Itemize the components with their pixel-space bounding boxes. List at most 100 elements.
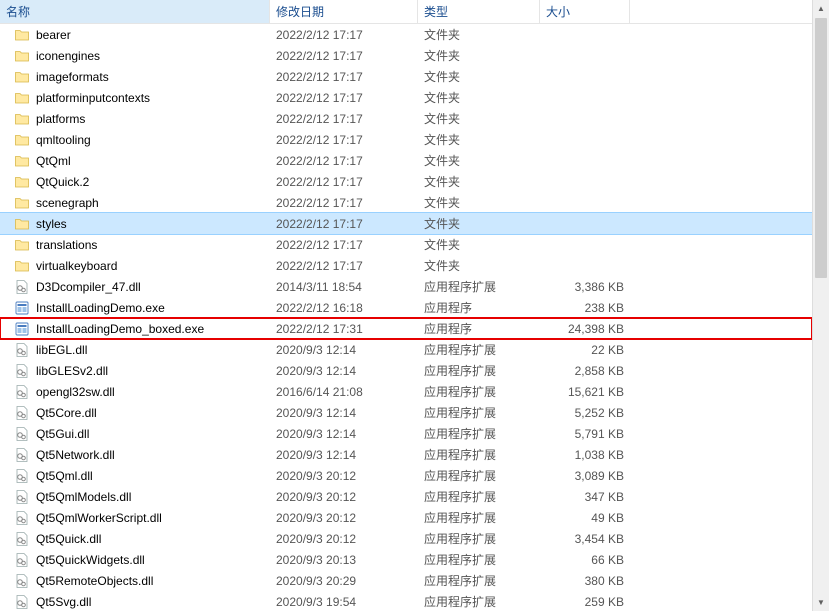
cell-type: 应用程序扩展 bbox=[418, 425, 540, 442]
file-row[interactable]: Qt5Quick.dll2020/9/3 20:12应用程序扩展3,454 KB bbox=[0, 528, 812, 549]
dll-icon bbox=[14, 384, 30, 400]
cell-name: Qt5Gui.dll bbox=[0, 426, 270, 442]
scroll-thumb[interactable] bbox=[815, 18, 827, 278]
file-name-label: Qt5QmlWorkerScript.dll bbox=[36, 511, 162, 525]
dll-icon bbox=[14, 510, 30, 526]
cell-size: 1,038 KB bbox=[540, 448, 630, 462]
cell-name: opengl32sw.dll bbox=[0, 384, 270, 400]
file-row[interactable]: platforms2022/2/12 17:17文件夹 bbox=[0, 108, 812, 129]
file-name-label: Qt5QmlModels.dll bbox=[36, 490, 131, 504]
cell-type: 应用程序扩展 bbox=[418, 467, 540, 484]
file-row[interactable]: QtQml2022/2/12 17:17文件夹 bbox=[0, 150, 812, 171]
dll-icon bbox=[14, 426, 30, 442]
file-row[interactable]: platforminputcontexts2022/2/12 17:17文件夹 bbox=[0, 87, 812, 108]
file-row[interactable]: InstallLoadingDemo.exe2022/2/12 16:18应用程… bbox=[0, 297, 812, 318]
vertical-scrollbar[interactable]: ▲ ▼ bbox=[812, 0, 829, 611]
file-row[interactable]: Qt5RemoteObjects.dll2020/9/3 20:29应用程序扩展… bbox=[0, 570, 812, 591]
cell-name: QtQml bbox=[0, 153, 270, 169]
cell-size: 5,791 KB bbox=[540, 427, 630, 441]
cell-date: 2020/9/3 12:14 bbox=[270, 427, 418, 441]
column-header-size[interactable]: 大小 bbox=[540, 0, 630, 23]
file-row[interactable]: QtQuick.22022/2/12 17:17文件夹 bbox=[0, 171, 812, 192]
file-row[interactable]: Qt5Network.dll2020/9/3 12:14应用程序扩展1,038 … bbox=[0, 444, 812, 465]
cell-type: 应用程序 bbox=[418, 299, 540, 316]
file-row[interactable]: opengl32sw.dll2016/6/14 21:08应用程序扩展15,62… bbox=[0, 381, 812, 402]
dll-icon bbox=[14, 279, 30, 295]
cell-name: InstallLoadingDemo.exe bbox=[0, 300, 270, 316]
file-name-label: Qt5RemoteObjects.dll bbox=[36, 574, 153, 588]
file-name-label: QtQuick.2 bbox=[36, 175, 89, 189]
cell-date: 2022/2/12 17:17 bbox=[270, 259, 418, 273]
cell-type: 应用程序扩展 bbox=[418, 362, 540, 379]
cell-name: Qt5QmlWorkerScript.dll bbox=[0, 510, 270, 526]
file-name-label: iconengines bbox=[36, 49, 100, 63]
cell-type: 文件夹 bbox=[418, 257, 540, 274]
cell-type: 应用程序扩展 bbox=[418, 278, 540, 295]
cell-date: 2020/9/3 20:13 bbox=[270, 553, 418, 567]
cell-name: styles bbox=[0, 216, 270, 232]
cell-date: 2020/9/3 12:14 bbox=[270, 406, 418, 420]
cell-name: platforminputcontexts bbox=[0, 90, 270, 106]
cell-name: Qt5Core.dll bbox=[0, 405, 270, 421]
file-row[interactable]: iconengines2022/2/12 17:17文件夹 bbox=[0, 45, 812, 66]
file-row[interactable]: Qt5QmlModels.dll2020/9/3 20:12应用程序扩展347 … bbox=[0, 486, 812, 507]
folder-icon bbox=[14, 258, 30, 274]
cell-name: imageformats bbox=[0, 69, 270, 85]
cell-date: 2020/9/3 12:14 bbox=[270, 364, 418, 378]
folder-icon bbox=[14, 27, 30, 43]
file-row[interactable]: Qt5Core.dll2020/9/3 12:14应用程序扩展5,252 KB bbox=[0, 402, 812, 423]
cell-type: 应用程序扩展 bbox=[418, 593, 540, 610]
file-row[interactable]: InstallLoadingDemo_boxed.exe2022/2/12 17… bbox=[0, 318, 812, 339]
file-row[interactable]: Qt5Gui.dll2020/9/3 12:14应用程序扩展5,791 KB bbox=[0, 423, 812, 444]
cell-type: 应用程序扩展 bbox=[418, 530, 540, 547]
cell-date: 2022/2/12 17:17 bbox=[270, 154, 418, 168]
cell-name: libGLESv2.dll bbox=[0, 363, 270, 379]
file-row[interactable]: imageformats2022/2/12 17:17文件夹 bbox=[0, 66, 812, 87]
cell-type: 文件夹 bbox=[418, 236, 540, 253]
cell-date: 2022/2/12 17:17 bbox=[270, 217, 418, 231]
file-row[interactable]: Qt5Qml.dll2020/9/3 20:12应用程序扩展3,089 KB bbox=[0, 465, 812, 486]
scroll-up-arrow[interactable]: ▲ bbox=[813, 0, 829, 17]
folder-icon bbox=[14, 69, 30, 85]
cell-type: 文件夹 bbox=[418, 173, 540, 190]
file-row[interactable]: D3Dcompiler_47.dll2014/3/11 18:54应用程序扩展3… bbox=[0, 276, 812, 297]
cell-size: 347 KB bbox=[540, 490, 630, 504]
file-name-label: imageformats bbox=[36, 70, 109, 84]
file-row[interactable]: bearer2022/2/12 17:17文件夹 bbox=[0, 24, 812, 45]
file-row[interactable]: libEGL.dll2020/9/3 12:14应用程序扩展22 KB bbox=[0, 339, 812, 360]
folder-icon bbox=[14, 237, 30, 253]
dll-icon bbox=[14, 573, 30, 589]
cell-date: 2020/9/3 12:14 bbox=[270, 448, 418, 462]
file-row[interactable]: styles2022/2/12 17:17文件夹 bbox=[0, 213, 812, 234]
column-header-name[interactable]: 名称 bbox=[0, 0, 270, 23]
file-name-label: translations bbox=[36, 238, 97, 252]
file-row[interactable]: Qt5Svg.dll2020/9/3 19:54应用程序扩展259 KB bbox=[0, 591, 812, 611]
file-row[interactable]: Qt5QuickWidgets.dll2020/9/3 20:13应用程序扩展6… bbox=[0, 549, 812, 570]
cell-type: 应用程序扩展 bbox=[418, 404, 540, 421]
cell-size: 380 KB bbox=[540, 574, 630, 588]
column-header-type[interactable]: 类型 bbox=[418, 0, 540, 23]
folder-icon bbox=[14, 132, 30, 148]
cell-size: 24,398 KB bbox=[540, 322, 630, 336]
file-row[interactable]: libGLESv2.dll2020/9/3 12:14应用程序扩展2,858 K… bbox=[0, 360, 812, 381]
file-name-label: D3Dcompiler_47.dll bbox=[36, 280, 141, 294]
file-row[interactable]: qmltooling2022/2/12 17:17文件夹 bbox=[0, 129, 812, 150]
file-row[interactable]: Qt5QmlWorkerScript.dll2020/9/3 20:12应用程序… bbox=[0, 507, 812, 528]
dll-icon bbox=[14, 447, 30, 463]
file-rows: bearer2022/2/12 17:17文件夹iconengines2022/… bbox=[0, 24, 812, 611]
file-row[interactable]: virtualkeyboard2022/2/12 17:17文件夹 bbox=[0, 255, 812, 276]
cell-date: 2022/2/12 17:17 bbox=[270, 91, 418, 105]
dll-icon bbox=[14, 552, 30, 568]
scroll-down-arrow[interactable]: ▼ bbox=[813, 594, 829, 611]
cell-size: 15,621 KB bbox=[540, 385, 630, 399]
dll-icon bbox=[14, 342, 30, 358]
file-row[interactable]: scenegraph2022/2/12 17:17文件夹 bbox=[0, 192, 812, 213]
cell-name: iconengines bbox=[0, 48, 270, 64]
folder-icon bbox=[14, 216, 30, 232]
column-header-date[interactable]: 修改日期 bbox=[270, 0, 418, 23]
file-row[interactable]: translations2022/2/12 17:17文件夹 bbox=[0, 234, 812, 255]
folder-icon bbox=[14, 48, 30, 64]
cell-type: 应用程序扩展 bbox=[418, 572, 540, 589]
cell-size: 5,252 KB bbox=[540, 406, 630, 420]
file-name-label: Qt5Network.dll bbox=[36, 448, 115, 462]
